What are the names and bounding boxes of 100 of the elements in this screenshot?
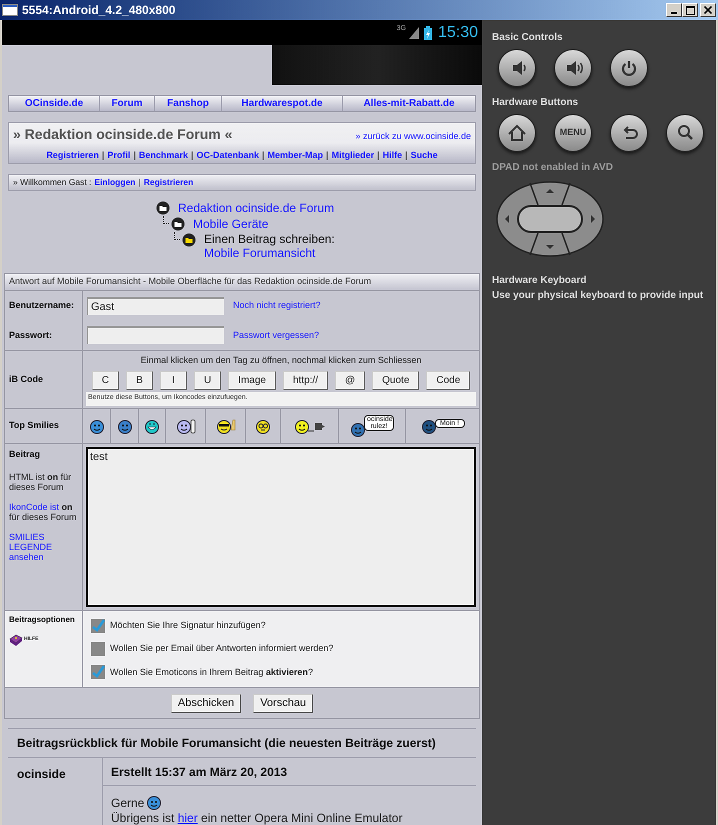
- option-text: Wollen Sie Emoticons in Ihrem Beitrag aktivieren?: [110, 666, 313, 679]
- submit-button[interactable]: Vorschau: [253, 694, 314, 712]
- header-link[interactable]: Mitglieder: [332, 149, 374, 163]
- html-status-text: HTML ist on für dieses Forum: [9, 472, 72, 492]
- ibcode-button[interactable]: http://: [282, 370, 328, 390]
- header-link[interactable]: Profil: [107, 149, 130, 163]
- checkbox[interactable]: [91, 642, 105, 656]
- field-label: Passwort:: [9, 328, 54, 342]
- section-title: Hardware Buttons: [492, 96, 580, 110]
- separator: |: [405, 149, 408, 162]
- username-field[interactable]: Gast: [87, 296, 224, 315]
- breadcrumb-text: Einen Beitrag schreiben: Mobile Forumansicht: [204, 232, 336, 260]
- maximize-button[interactable]: [682, 3, 698, 17]
- nav-link[interactable]: Forum: [99, 96, 154, 112]
- separator: |: [377, 149, 380, 162]
- ibcode-button[interactable]: Code: [426, 370, 470, 390]
- smiley-thumbs-up-icon[interactable]: [176, 418, 196, 434]
- smiley-icon[interactable]: [116, 418, 132, 434]
- nav-link[interactable]: OCinside.de: [9, 96, 99, 112]
- ibcode-button[interactable]: Image: [228, 370, 276, 390]
- ibcode-button[interactable]: I: [160, 370, 187, 390]
- separator: |: [262, 149, 265, 162]
- ikoncode-link[interactable]: IkonCode ist: [9, 502, 60, 512]
- window-title: 5554:Android_4.2_480x800: [22, 2, 176, 19]
- submit-button[interactable]: Abschicken: [170, 694, 242, 712]
- separator: |: [326, 149, 329, 162]
- minimize-button[interactable]: [666, 3, 682, 17]
- forgot-password-link[interactable]: Passwort vergessen?: [233, 328, 320, 342]
- header-link[interactable]: Hilfe: [382, 149, 402, 163]
- nav-link[interactable]: Fanshop: [154, 96, 221, 112]
- volume-up-button[interactable]: [554, 49, 592, 87]
- home-button[interactable]: [498, 114, 536, 152]
- separator: |: [133, 149, 136, 162]
- back-link[interactable]: » zurück zu www.ocinside.de: [355, 130, 471, 144]
- field-label: Beitragsoptionen: [9, 614, 76, 626]
- header-link[interactable]: Benchmark: [138, 149, 188, 163]
- field-label: iB Code: [9, 372, 44, 386]
- option-text: Wollen Sie per Email über Antworten informiert werden?: [110, 642, 334, 656]
- maximize-icon: [686, 6, 694, 14]
- register-link[interactable]: Noch nicht registriert?: [233, 299, 321, 312]
- smiley-icon[interactable]: [144, 418, 160, 434]
- post-text-area[interactable]: test: [86, 447, 476, 607]
- post-date: Erstellt 15:37 am März 20, 2013: [103, 758, 476, 786]
- welcome-text: » Willkommen Gast :: [13, 176, 92, 189]
- search-button[interactable]: [666, 114, 704, 152]
- welcome-link[interactable]: Einloggen: [94, 176, 136, 189]
- dpad-status-text: DPAD not enabled in AVD: [492, 161, 614, 175]
- separator: |: [102, 149, 104, 162]
- ibcode-button[interactable]: Quote: [372, 370, 420, 390]
- smiley-sunglasses-icon[interactable]: [216, 418, 236, 434]
- breadcrumb-link[interactable]: Mobile Geräte: [193, 216, 268, 232]
- battery-icon: [424, 26, 432, 40]
- keyboard-hint-text: Use your physical keyboard to provide input: [492, 289, 704, 303]
- ibcode-button[interactable]: @: [334, 370, 366, 390]
- ibcode-button[interactable]: C: [92, 370, 119, 390]
- nav-link[interactable]: Hardwarespot.de: [221, 96, 342, 112]
- clock-time: 15:30: [438, 22, 478, 42]
- form-heading: Antwort auf Mobile Forumansicht - Mobile Oberfläche für das Redaktion ocinside.de Forum: [5, 274, 479, 291]
- password-field[interactable]: [87, 326, 224, 344]
- smiley-icon[interactable]: [420, 418, 436, 434]
- power-button[interactable]: [610, 49, 648, 87]
- section-title: Hardware Keyboard: [492, 274, 588, 288]
- close-button[interactable]: [700, 3, 716, 17]
- header-link[interactable]: Registrieren: [46, 149, 99, 163]
- welcome-link[interactable]: Registrieren: [144, 176, 194, 189]
- post-link[interactable]: hier: [178, 811, 198, 825]
- close-icon: [704, 6, 712, 14]
- ibcode-button[interactable]: U: [194, 370, 222, 390]
- checked-checkbox[interactable]: [91, 665, 105, 680]
- menu-button[interactable]: MENU: [554, 114, 592, 152]
- breadcrumb-link[interactable]: Redaktion ocinside.de Forum: [178, 200, 334, 216]
- review-title: Beitragsrückblick für Mobile Forumansicht (die neuesten Beiträge zuerst): [8, 729, 476, 758]
- separator: |: [190, 149, 194, 162]
- post-author: ocinside: [8, 758, 103, 825]
- smiley-computer-icon[interactable]: [294, 418, 326, 434]
- ikoncode-status-text: IkonCode ist on für dieses Forum: [9, 502, 78, 522]
- breadcrumb-link[interactable]: Mobile Forumansicht: [204, 246, 316, 260]
- smiley-icon[interactable]: [255, 418, 271, 434]
- back-button[interactable]: [610, 114, 648, 152]
- checked-checkbox[interactable]: [91, 618, 105, 633]
- option-text: Möchten Sie Ihre Signatur hinzufügen?: [110, 618, 266, 632]
- field-label: Benutzername:: [9, 299, 76, 312]
- smilies-legend-link[interactable]: SMILIES LEGENDE ansehen: [9, 532, 59, 562]
- smiley-icon[interactable]: [88, 418, 104, 434]
- nav-link[interactable]: Alles-mit-Rabatt.de: [342, 96, 475, 112]
- post-text: Gerne: [111, 795, 144, 812]
- field-label: Beitrag: [9, 448, 42, 461]
- book-icon[interactable]: [9, 634, 23, 646]
- header-link[interactable]: Member-Map: [268, 149, 324, 163]
- ibcode-button[interactable]: B: [126, 370, 153, 390]
- forum-title: » Redaktion ocinside.de Forum «: [13, 125, 232, 144]
- minimize-icon: [671, 12, 677, 14]
- header-link[interactable]: OC-Datenbank: [196, 149, 259, 163]
- ibcode-hint: Einmal klicken um den Tag zu öffnen, nochmal klicken zum Schliessen: [140, 354, 422, 367]
- signal-icon: [408, 26, 419, 38]
- header-link[interactable]: Suche: [410, 149, 438, 163]
- window-icon: [2, 4, 18, 16]
- field-label: Top Smilies: [9, 419, 60, 432]
- volume-down-button[interactable]: [498, 49, 536, 87]
- smiley-icon[interactable]: [350, 421, 366, 437]
